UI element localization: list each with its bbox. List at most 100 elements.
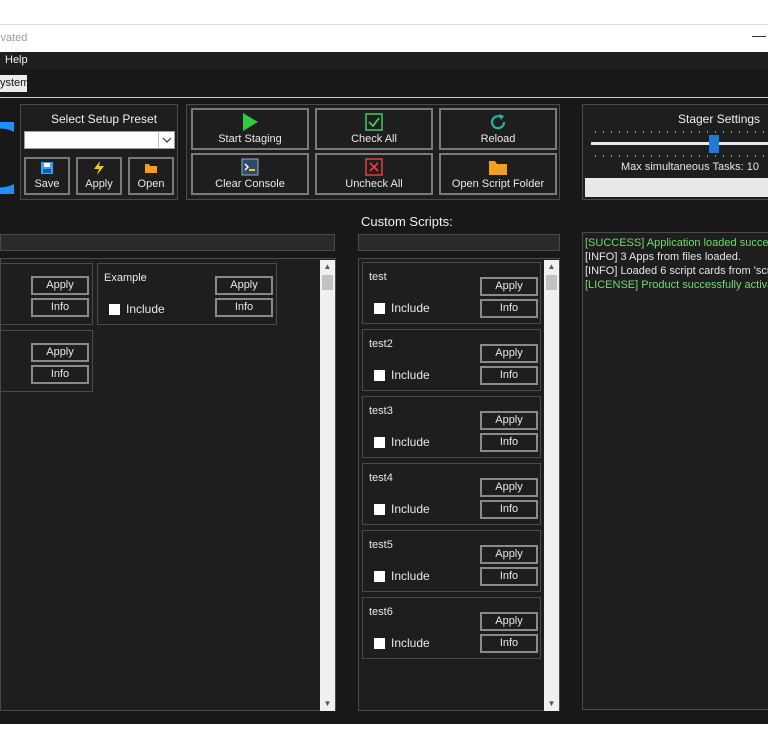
scroll-down-arrow[interactable]: ▼ (320, 697, 335, 711)
script-card-name: test (369, 271, 387, 283)
open-script-folder-label: Open Script Folder (451, 178, 545, 190)
lightning-icon (94, 161, 104, 175)
folder-icon (489, 161, 507, 175)
app-card-name: Example (104, 272, 147, 284)
script-card: test4 Include Apply Info (362, 463, 541, 525)
include-checkbox[interactable] (374, 571, 385, 582)
reload-icon (490, 114, 506, 130)
script-card-name: test3 (369, 405, 393, 417)
script-apply-button[interactable]: Apply (480, 545, 538, 564)
include-checkbox[interactable] (374, 370, 385, 381)
preset-open-label: Open (137, 178, 165, 190)
stager-settings-title: Stager Settings (678, 112, 761, 126)
tab-divider (0, 97, 768, 98)
minimize-button[interactable]: — (752, 27, 766, 43)
scroll-up-arrow[interactable]: ▲ (320, 260, 335, 274)
console-line: [SUCCESS] Application loaded successfu (585, 237, 768, 249)
include-checkbox[interactable] (374, 638, 385, 649)
include-label: Include (126, 302, 165, 316)
console-output[interactable]: [SUCCESS] Application loaded successfu [… (582, 232, 768, 710)
scroll-thumb[interactable] (322, 275, 333, 290)
script-info-button[interactable]: Info (480, 366, 538, 385)
preset-dropdown[interactable] (24, 131, 175, 149)
window-title: ivated (0, 32, 28, 44)
script-card: test3 Include Apply Info (362, 396, 541, 458)
window-titlebar: ivated — (0, 24, 768, 52)
script-info-button[interactable]: Info (480, 567, 538, 586)
scroll-thumb[interactable] (546, 275, 557, 290)
check-all-label: Check All (351, 133, 397, 145)
console-line: [INFO] 3 Apps from files loaded. (585, 251, 741, 263)
include-label: Include (391, 435, 430, 449)
app-apply-button[interactable]: Apply (31, 276, 89, 295)
include-label: Include (391, 502, 430, 516)
reload-button[interactable]: Reload (439, 108, 557, 150)
scripts-scrollbar[interactable]: ▲ ▼ (544, 260, 559, 711)
scripts-search-bar[interactable] (358, 234, 560, 251)
chevron-down-icon (162, 137, 171, 143)
app-card-example: Example Include Apply Info (97, 263, 277, 325)
slider-thumb[interactable] (709, 135, 719, 153)
scripts-list: test Include Apply Info test2 Include Ap… (358, 258, 560, 711)
check-all-button[interactable]: Check All (315, 108, 433, 150)
uncheck-all-label: Uncheck All (345, 178, 403, 190)
app-info-button[interactable]: Info (31, 298, 89, 317)
include-checkbox[interactable] (374, 303, 385, 314)
script-apply-button[interactable]: Apply (480, 344, 538, 363)
script-info-button[interactable]: Info (480, 433, 538, 452)
stager-settings-panel: Stager Settings Max simultaneous Tasks: … (582, 104, 768, 200)
include-label: Include (391, 301, 430, 315)
tab-system[interactable]: ystem (0, 75, 29, 92)
preset-title: Select Setup Preset (51, 112, 158, 126)
script-info-button[interactable]: Info (480, 634, 538, 653)
script-apply-button[interactable]: Apply (480, 411, 538, 430)
reload-label: Reload (480, 133, 516, 145)
preset-apply-label: Apply (85, 178, 113, 190)
custom-scripts-title: Custom Scripts: (361, 214, 453, 229)
preset-open-button[interactable]: Open (128, 157, 174, 195)
floppy-disk-icon (41, 162, 53, 174)
scroll-up-arrow[interactable]: ▲ (544, 260, 559, 274)
clear-console-label: Clear Console (215, 178, 285, 190)
console-line: [INFO] Loaded 6 script cards from 'scrip… (585, 265, 768, 277)
max-tasks-slider[interactable] (591, 129, 768, 159)
apps-search-bar[interactable] (0, 234, 335, 251)
apps-scrollbar[interactable]: ▲ ▼ (320, 260, 335, 711)
script-info-button[interactable]: Info (480, 500, 538, 519)
actions-panel: Start Staging Check All Reload Clear Con… (186, 104, 560, 200)
menu-bar: Help (0, 52, 768, 69)
script-card: test2 Include Apply Info (362, 329, 541, 391)
script-card-name: test6 (369, 606, 393, 618)
include-checkbox[interactable] (109, 304, 120, 315)
script-apply-button[interactable]: Apply (480, 612, 538, 631)
start-staging-button[interactable]: Start Staging (191, 108, 309, 150)
app-apply-button[interactable]: Apply (31, 343, 89, 362)
preset-apply-button[interactable]: Apply (76, 157, 122, 195)
console-icon (241, 158, 259, 176)
open-script-folder-button[interactable]: Open Script Folder (439, 153, 557, 195)
dropdown-arrow[interactable] (158, 132, 174, 148)
max-tasks-label: Max simultaneous Tasks: 10 (621, 161, 759, 173)
uncheck-all-button[interactable]: Uncheck All (315, 153, 433, 195)
slider-track (591, 142, 768, 145)
include-label: Include (391, 569, 430, 583)
app-info-button[interactable]: Info (31, 365, 89, 384)
preset-save-button[interactable]: Save (24, 157, 70, 195)
slider-ticks-bottom (595, 155, 768, 157)
preset-save-label: Save (34, 178, 60, 190)
clear-console-button[interactable]: Clear Console (191, 153, 309, 195)
include-checkbox[interactable] (374, 504, 385, 515)
apps-list: Apply Info Example Include Apply Info Ap… (0, 258, 336, 711)
script-apply-button[interactable]: Apply (480, 478, 538, 497)
app-card: Apply Info (0, 330, 93, 392)
script-apply-button[interactable]: Apply (480, 277, 538, 296)
app-info-button[interactable]: Info (215, 298, 273, 317)
app-apply-button[interactable]: Apply (215, 276, 273, 295)
menu-help[interactable]: Help (5, 54, 28, 66)
script-card-name: test5 (369, 539, 393, 551)
scroll-down-arrow[interactable]: ▼ (544, 697, 559, 711)
script-info-button[interactable]: Info (480, 299, 538, 318)
script-card: test6 Include Apply Info (362, 597, 541, 659)
include-checkbox[interactable] (374, 437, 385, 448)
checkbox-x-icon (365, 158, 383, 176)
